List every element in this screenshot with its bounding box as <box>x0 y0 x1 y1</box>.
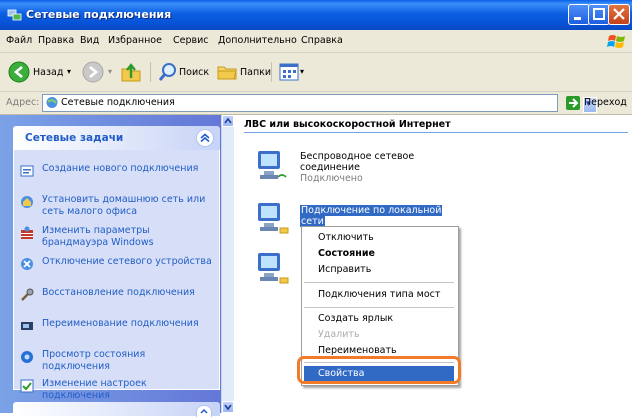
network-folder-icon <box>46 97 58 108</box>
rename-icon <box>21 322 33 330</box>
task-change-settings[interactable]: Изменение настроек подключения <box>20 378 215 404</box>
menu-advanced[interactable]: Дополнительно <box>218 35 297 46</box>
address-label: Адрес: <box>6 97 40 108</box>
task-label: Переименование подключения <box>42 318 199 329</box>
status-icon <box>21 351 33 363</box>
forward-arrow-icon[interactable] <box>82 61 104 83</box>
task-label: Отключение сетевого устройства <box>42 256 212 267</box>
connection-name-cont: соединение <box>300 162 360 173</box>
folders-button[interactable]: Папки <box>240 67 271 78</box>
toolbar: Назад ▾ ▾ Поиск Папки ▾ <box>0 53 632 92</box>
close-button[interactable] <box>608 4 630 25</box>
home-network-icon <box>21 196 33 208</box>
go-button[interactable]: Переход <box>584 97 627 108</box>
menu-item-delete: Удалить <box>318 329 360 340</box>
menu-item-rename[interactable]: Переименовать <box>318 345 397 356</box>
task-repair-connection[interactable]: Восстановление подключения <box>20 287 215 313</box>
menu-help[interactable]: Справка <box>301 35 343 46</box>
task-label: Изменить параметры брандмауэра Windows <box>42 225 154 248</box>
other-places-header[interactable] <box>13 402 220 417</box>
go-arrow-icon[interactable] <box>566 96 580 110</box>
network-tasks-header[interactable]: Сетевые задачи <box>13 126 220 150</box>
menu-item-create-shortcut[interactable]: Создать ярлык <box>318 313 393 324</box>
firewall-icon <box>21 226 33 239</box>
settings-icon <box>20 379 34 393</box>
menu-item-status[interactable]: Состояние <box>318 248 375 259</box>
back-dropdown-icon[interactable]: ▾ <box>67 67 71 76</box>
maximize-button[interactable] <box>588 4 610 25</box>
scroll-down-icon <box>224 404 232 411</box>
task-label: Восстановление подключения <box>42 287 195 298</box>
toolbar-separator <box>150 62 151 82</box>
menu-favorites[interactable]: Избранное <box>108 35 162 46</box>
connection-name: Подключение по локальной <box>300 205 443 216</box>
back-button[interactable]: Назад <box>33 67 63 78</box>
menu-bar: Файл Правка Вид Избранное Сервис Дополни… <box>0 30 632 53</box>
up-folder-icon[interactable] <box>120 61 142 83</box>
folders-icon[interactable] <box>217 62 237 82</box>
task-disable-device[interactable]: Отключение сетевого устройства <box>20 256 215 282</box>
task-view-status[interactable]: Просмотр состояния подключения <box>20 349 215 375</box>
task-create-connection[interactable]: Создание нового подключения <box>20 163 215 189</box>
menu-tools[interactable]: Сервис <box>173 35 209 46</box>
task-home-network[interactable]: Установить домашнюю сеть или сеть малого… <box>20 194 215 220</box>
address-bar: Адрес: Сетевые подключения ▾ Переход <box>0 92 632 115</box>
views-icon[interactable] <box>279 62 299 82</box>
task-pane-scrollbar[interactable] <box>221 115 234 413</box>
menu-item-bridge-connections[interactable]: Подключения типа мост <box>318 289 440 300</box>
scroll-up-icon <box>224 117 232 124</box>
address-value: Сетевые подключения <box>61 97 175 108</box>
network-tasks-title: Сетевые задачи <box>25 132 124 144</box>
menu-separator <box>304 307 454 308</box>
group-divider <box>244 132 628 133</box>
task-pane: Сетевые задачи Создание нового подключен… <box>0 115 234 417</box>
wireless-connection-item[interactable]: Беспроводное сетевое соединение Подключе… <box>256 149 436 191</box>
collapse-button[interactable] <box>196 129 214 147</box>
forward-dropdown-icon[interactable]: ▾ <box>108 67 112 76</box>
scroll-down-button[interactable] <box>222 401 234 413</box>
minimize-button[interactable] <box>568 4 590 25</box>
address-input[interactable]: Сетевые подключения ▾ <box>42 94 597 113</box>
task-label: Создание нового подключения <box>42 163 199 174</box>
disable-device-icon <box>21 258 33 270</box>
views-dropdown-icon[interactable]: ▾ <box>300 67 304 76</box>
back-arrow-icon[interactable] <box>8 61 30 83</box>
task-firewall-settings[interactable]: Изменить параметры брандмауэра Windows <box>20 225 215 251</box>
scroll-up-button[interactable] <box>222 115 234 127</box>
toolbar-separator <box>271 62 272 82</box>
window-title: Сетевые подключения <box>26 8 172 21</box>
lan-connection-icon <box>258 203 289 234</box>
task-label: Установить домашнюю сеть или сеть малого… <box>42 194 206 217</box>
search-button[interactable]: Поиск <box>179 67 209 78</box>
highlight-ring <box>297 356 461 384</box>
new-connection-icon <box>20 165 34 177</box>
menu-file[interactable]: Файл <box>6 35 32 46</box>
windows-logo-icon <box>607 35 625 48</box>
task-label: Изменение настроек подключения <box>42 378 147 401</box>
title-bar[interactable]: Сетевые подключения <box>0 0 632 30</box>
menu-item-repair[interactable]: Исправить <box>318 264 371 275</box>
menu-separator <box>304 282 454 283</box>
repair-icon <box>21 288 34 301</box>
menu-item-disconnect[interactable]: Отключить <box>318 232 374 243</box>
lan-connection-icon <box>258 253 289 284</box>
minimize-icon <box>574 17 581 20</box>
connection-status: Подключено <box>300 173 363 184</box>
menu-edit[interactable]: Правка <box>38 35 74 46</box>
collapse-button[interactable] <box>196 405 212 417</box>
double-chevron-up-icon <box>200 408 208 414</box>
search-icon[interactable] <box>159 62 177 82</box>
network-connections-icon <box>7 9 22 21</box>
double-chevron-up-icon <box>200 133 210 143</box>
wireless-connection-icon <box>258 151 287 179</box>
network-tasks-list: Создание нового подключения Установить д… <box>13 150 220 401</box>
connection-name: Беспроводное сетевое <box>300 151 415 162</box>
menu-view[interactable]: Вид <box>80 35 99 46</box>
group-title: ЛВС или высокоскоростной Интернет <box>244 119 451 130</box>
close-icon <box>613 8 625 20</box>
task-label: Просмотр состояния подключения <box>42 349 146 372</box>
task-rename-connection[interactable]: Переименование подключения <box>20 318 215 344</box>
maximize-icon <box>593 8 605 20</box>
